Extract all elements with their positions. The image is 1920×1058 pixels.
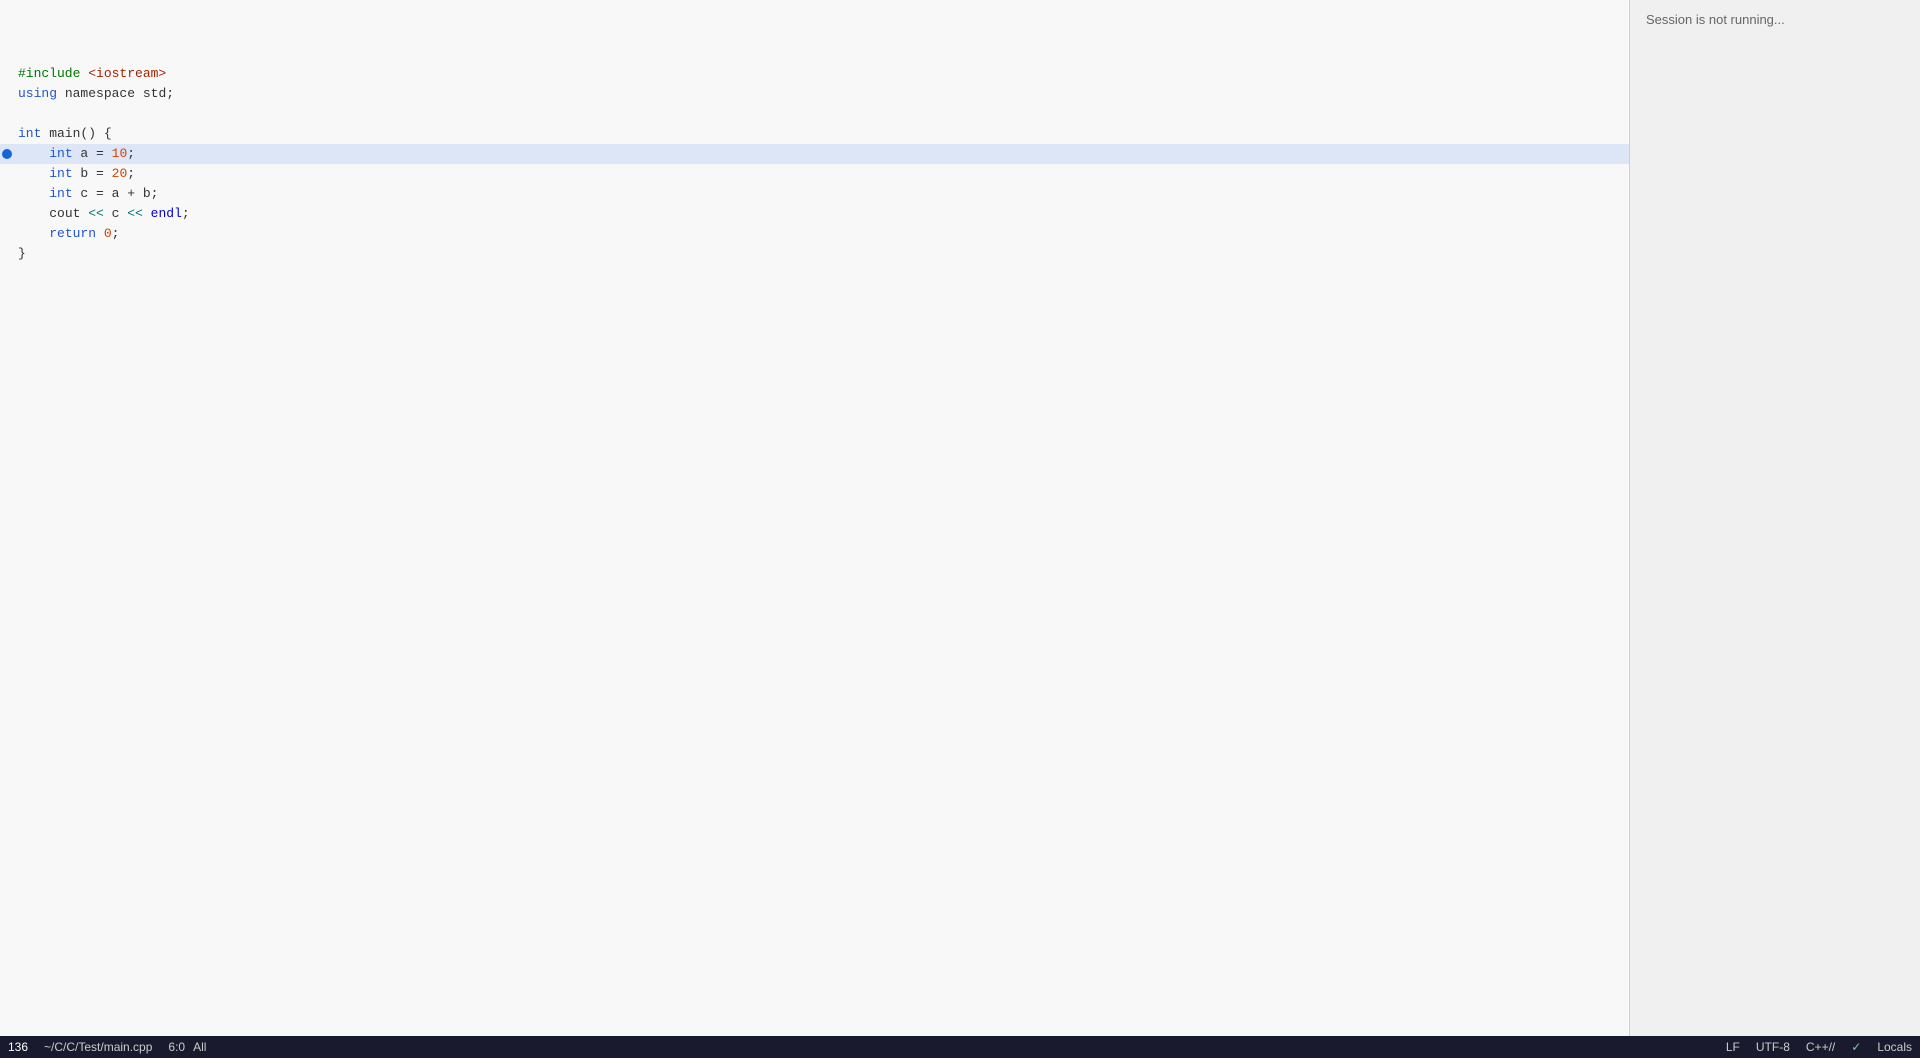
breakpoint-gutter-6: [0, 164, 14, 184]
code-line-2[interactable]: using namespace std;: [0, 84, 1629, 104]
status-language: C++//: [1806, 1040, 1835, 1054]
token: =: [96, 146, 104, 161]
token: std: [143, 86, 166, 101]
token: 10: [112, 146, 128, 161]
code-line-9[interactable]: return 0;: [0, 224, 1629, 244]
token: ;: [127, 166, 135, 181]
status-filepath: ~/C/C/Test/main.cpp: [44, 1040, 152, 1054]
line-content-10: }: [14, 244, 1629, 264]
breakpoint-gutter-7: [0, 184, 14, 204]
token: <<: [88, 206, 104, 221]
breakpoint-gutter-2: [0, 84, 14, 104]
token: ;: [151, 186, 159, 201]
debug-session-status: Session is not running...: [1630, 0, 1920, 39]
status-locals[interactable]: Locals: [1877, 1040, 1912, 1054]
token: b: [73, 166, 96, 181]
token: <iostream>: [88, 66, 166, 81]
token: [18, 146, 49, 161]
token: main: [41, 126, 80, 141]
status-right-group: LF UTF-8 C++// ✓ Locals: [1726, 1040, 1912, 1054]
status-bar: 136 ~/C/C/Test/main.cpp 6:0 All LF UTF-8…: [0, 1036, 1920, 1058]
token: [18, 186, 49, 201]
status-charset: UTF-8: [1756, 1040, 1790, 1054]
breakpoint-gutter-9: [0, 224, 14, 244]
token: ;: [182, 206, 190, 221]
code-line-8[interactable]: cout << c << endl;: [0, 204, 1629, 224]
status-line-number: 136: [8, 1040, 28, 1054]
breakpoint-gutter-5: [0, 144, 14, 164]
line-content-2: using namespace std;: [14, 84, 1629, 104]
code-line-6[interactable]: int b = 20;: [0, 164, 1629, 184]
token: () {: [80, 126, 111, 141]
token: int: [49, 146, 72, 161]
debug-panel: Session is not running...: [1630, 0, 1920, 1036]
editor-panel[interactable]: #include <iostream>using namespace std;i…: [0, 0, 1630, 1036]
token: [18, 226, 49, 241]
token: <<: [127, 206, 143, 221]
token: +: [127, 186, 135, 201]
token: c: [104, 206, 127, 221]
breakpoint-gutter-3: [0, 104, 14, 124]
line-content-4: int main() {: [14, 124, 1629, 144]
token: namespace: [57, 86, 143, 101]
token: b: [135, 186, 151, 201]
line-content-5: int a = 10;: [14, 144, 1629, 164]
token: int: [18, 126, 41, 141]
token: [18, 206, 49, 221]
token: [104, 146, 112, 161]
breakpoint-gutter-4: [0, 124, 14, 144]
breakpoint-gutter-10: [0, 244, 14, 264]
code-container: #include <iostream>using namespace std;i…: [0, 0, 1629, 268]
token: [104, 166, 112, 181]
line-content-6: int b = 20;: [14, 164, 1629, 184]
token: ;: [166, 86, 174, 101]
main-area: #include <iostream>using namespace std;i…: [0, 0, 1920, 1036]
token: a: [73, 146, 96, 161]
token: return: [49, 226, 96, 241]
token: =: [96, 166, 104, 181]
token: #include: [18, 66, 88, 81]
status-cursor-pos: 6:0 All: [168, 1040, 206, 1054]
code-line-7[interactable]: int c = a + b;: [0, 184, 1629, 204]
line-content-9: return 0;: [14, 224, 1629, 244]
token: 0: [104, 226, 112, 241]
code-line-1[interactable]: #include <iostream>: [0, 64, 1629, 84]
token: [96, 226, 104, 241]
breakpoint-gutter-8: [0, 204, 14, 224]
line-content-8: cout << c << endl;: [14, 204, 1629, 224]
token: endl: [151, 206, 182, 221]
token: [143, 206, 151, 221]
code-line-10[interactable]: }: [0, 244, 1629, 264]
code-line-5[interactable]: int a = 10;: [0, 144, 1629, 164]
token: int: [49, 186, 72, 201]
token: =: [96, 186, 104, 201]
token: ;: [127, 146, 135, 161]
status-check-icon: ✓: [1851, 1040, 1861, 1054]
line-content-3: [14, 104, 1629, 124]
token: 20: [112, 166, 128, 181]
code-line-4[interactable]: int main() {: [0, 124, 1629, 144]
status-cursor-pos-value: 6:0: [168, 1040, 185, 1054]
token: int: [49, 166, 72, 181]
line-content-7: int c = a + b;: [14, 184, 1629, 204]
token: a: [104, 186, 127, 201]
line-content-1: #include <iostream>: [14, 64, 1629, 84]
breakpoint-gutter-1: [0, 64, 14, 84]
token: c: [73, 186, 96, 201]
breakpoint-dot-5: [2, 149, 12, 159]
token: [18, 166, 49, 181]
token: ;: [112, 226, 120, 241]
token: using: [18, 86, 57, 101]
status-all-label: All: [193, 1040, 206, 1054]
token: cout: [49, 206, 88, 221]
status-encoding: LF: [1726, 1040, 1740, 1054]
code-line-3[interactable]: [0, 104, 1629, 124]
token: }: [18, 246, 26, 261]
